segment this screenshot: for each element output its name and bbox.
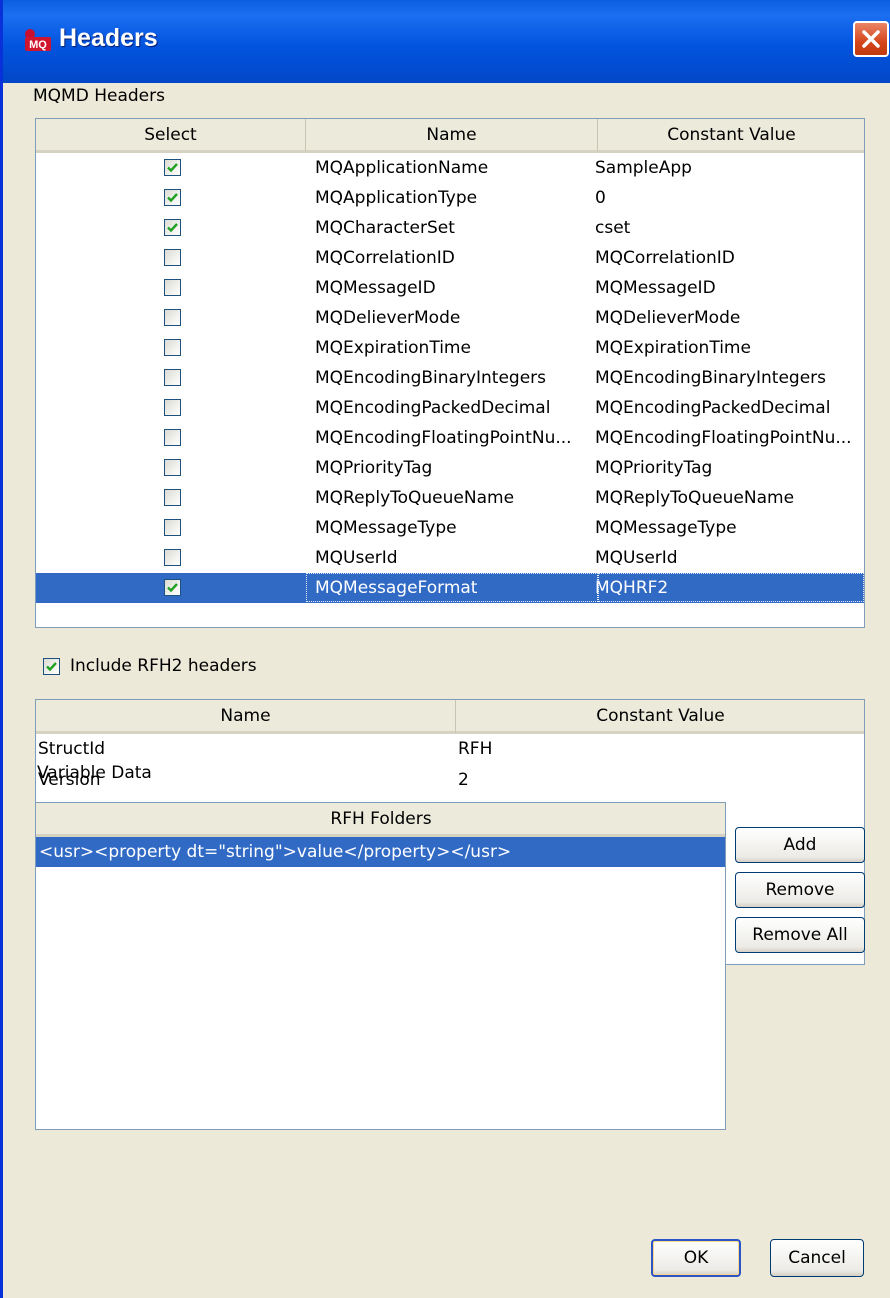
table-row[interactable]: MQDelieverMode MQDelieverMode <box>36 303 864 333</box>
mq-app-icon: MQ <box>25 29 51 51</box>
constant-value-cell[interactable]: MQExpirationTime <box>595 333 864 363</box>
constant-value-cell[interactable]: MQMessageID <box>595 273 864 303</box>
table-row[interactable]: MQEncodingBinaryIntegers MQEncodingBinary… <box>36 363 864 393</box>
select-checkbox[interactable] <box>164 219 181 236</box>
select-checkbox[interactable] <box>164 429 181 446</box>
include-rfh2-label: Include RFH2 headers <box>70 656 257 676</box>
table-row[interactable]: StructId RFH <box>36 734 864 765</box>
title-bar[interactable]: MQ Headers <box>3 0 890 83</box>
table-row[interactable]: MQMessageFormat MQHRF2 <box>36 573 864 603</box>
table-row[interactable]: MQPriorityTag MQPriorityTag <box>36 453 864 483</box>
remove-button[interactable]: Remove <box>735 872 865 908</box>
remove-all-button[interactable]: Remove All <box>735 917 865 953</box>
select-checkbox[interactable] <box>164 369 181 386</box>
select-checkbox[interactable] <box>164 489 181 506</box>
header-name-cell: MQPriorityTag <box>315 458 433 478</box>
constant-value-cell[interactable]: MQPriorityTag <box>595 453 864 483</box>
constant-value-cell[interactable]: MQEncodingBinaryIntegers <box>595 363 864 393</box>
constant-value-cell[interactable]: MQCorrelationID <box>595 243 864 273</box>
svg-text:MQ: MQ <box>29 39 47 51</box>
dialog-content: MQMD Headers Select Name Constant Value … <box>3 83 890 1298</box>
constant-value-cell[interactable]: MQUserId <box>595 543 864 573</box>
header-name-cell: MQMessageFormat <box>315 578 478 598</box>
header-name-cell: MQDelieverMode <box>315 308 461 328</box>
select-checkbox[interactable] <box>164 189 181 206</box>
table-row[interactable]: MQCorrelationID MQCorrelationID <box>36 243 864 273</box>
table-row[interactable]: MQCharacterSet cset <box>36 213 864 243</box>
constant-value-cell[interactable]: MQReplyToQueueName <box>595 483 864 513</box>
mqmd-section-label: MQMD Headers <box>33 86 165 106</box>
select-checkbox[interactable] <box>164 159 181 176</box>
select-checkbox[interactable] <box>164 249 181 266</box>
constant-value-cell[interactable]: 2 <box>458 765 858 795</box>
header-name-cell: MQMessageID <box>315 278 436 298</box>
select-checkbox[interactable] <box>164 519 181 536</box>
table-row[interactable]: MQApplicationType 0 <box>36 183 864 213</box>
close-icon[interactable] <box>853 21 889 57</box>
table-row[interactable]: MQApplicationName SampleApp <box>36 153 864 183</box>
table-row[interactable]: MQUserId MQUserId <box>36 543 864 573</box>
table-row[interactable]: MQMessageID MQMessageID <box>36 273 864 303</box>
rfh-folders-table[interactable]: RFH Folders <usr><property dt="string">v… <box>35 802 726 1130</box>
list-item[interactable]: <usr><property dt="string">value</proper… <box>36 837 725 867</box>
header-name-cell: MQUserId <box>315 548 398 568</box>
header-name-cell: MQApplicationName <box>315 158 489 178</box>
include-rfh2-checkbox[interactable] <box>43 658 60 675</box>
cancel-button[interactable]: Cancel <box>770 1239 864 1277</box>
select-checkbox[interactable] <box>164 459 181 476</box>
constant-value-cell[interactable]: MQDelieverMode <box>595 303 864 333</box>
column-header-name[interactable]: Name <box>306 119 598 153</box>
table-row[interactable]: MQReplyToQueueName MQReplyToQueueName <box>36 483 864 513</box>
column-header-select[interactable]: Select <box>36 119 306 153</box>
header-name-cell: MQCharacterSet <box>315 218 455 238</box>
constant-value-cell[interactable]: MQMessageType <box>595 513 864 543</box>
header-name-cell: MQExpirationTime <box>315 338 471 358</box>
select-checkbox[interactable] <box>164 279 181 296</box>
constant-value-cell[interactable]: SampleApp <box>595 153 864 183</box>
column-header-constant-value[interactable]: Constant Value <box>456 700 864 734</box>
column-header-rfh-folders[interactable]: RFH Folders <box>36 803 725 837</box>
ok-button[interactable]: OK <box>651 1239 741 1277</box>
constant-value-cell[interactable]: MQEncodingFloatingPointNu... <box>595 423 864 453</box>
mqmd-headers-table[interactable]: Select Name Constant Value MQApplication… <box>35 118 865 628</box>
header-name-cell: MQApplicationType <box>315 188 478 208</box>
variable-data-label: Variable Data <box>37 763 152 783</box>
header-name-cell: MQReplyToQueueName <box>315 488 515 508</box>
select-checkbox[interactable] <box>164 579 181 596</box>
add-button[interactable]: Add <box>735 827 865 863</box>
select-checkbox[interactable] <box>164 549 181 566</box>
table-row[interactable]: MQExpirationTime MQExpirationTime <box>36 333 864 363</box>
select-checkbox[interactable] <box>164 399 181 416</box>
constant-value-cell[interactable]: MQHRF2 <box>595 573 864 603</box>
window-title: Headers <box>59 24 158 52</box>
header-name-cell: MQEncodingPackedDecimal <box>315 398 551 418</box>
column-header-constant-value[interactable]: Constant Value <box>598 119 864 153</box>
table-row[interactable]: MQEncodingPackedDecimal MQEncodingPackedD… <box>36 393 864 423</box>
table-row[interactable]: MQEncodingFloatingPointNu... MQEncodingFl… <box>36 423 864 453</box>
column-header-name[interactable]: Name <box>36 700 456 734</box>
constant-value-cell[interactable]: RFH <box>458 734 858 764</box>
constant-value-cell[interactable]: 0 <box>595 183 864 213</box>
table-row[interactable]: MQMessageType MQMessageType <box>36 513 864 543</box>
header-name-cell: MQMessageType <box>315 518 457 538</box>
constant-value-cell[interactable]: MQEncodingPackedDecimal <box>595 393 864 423</box>
select-checkbox[interactable] <box>164 339 181 356</box>
headers-dialog: MQ Headers MQMD Headers Select Name Cons… <box>0 0 890 1298</box>
table-row[interactable]: Version 2 <box>36 765 864 796</box>
header-name-cell: StructId <box>38 739 106 759</box>
header-name-cell: MQEncodingFloatingPointNu... <box>315 428 572 448</box>
rfh-folder-value[interactable]: <usr><property dt="string">value</proper… <box>39 837 719 867</box>
header-name-cell: MQEncodingBinaryIntegers <box>315 368 547 388</box>
constant-value-cell[interactable]: cset <box>595 213 864 243</box>
header-name-cell: MQCorrelationID <box>315 248 455 268</box>
select-checkbox[interactable] <box>164 309 181 326</box>
